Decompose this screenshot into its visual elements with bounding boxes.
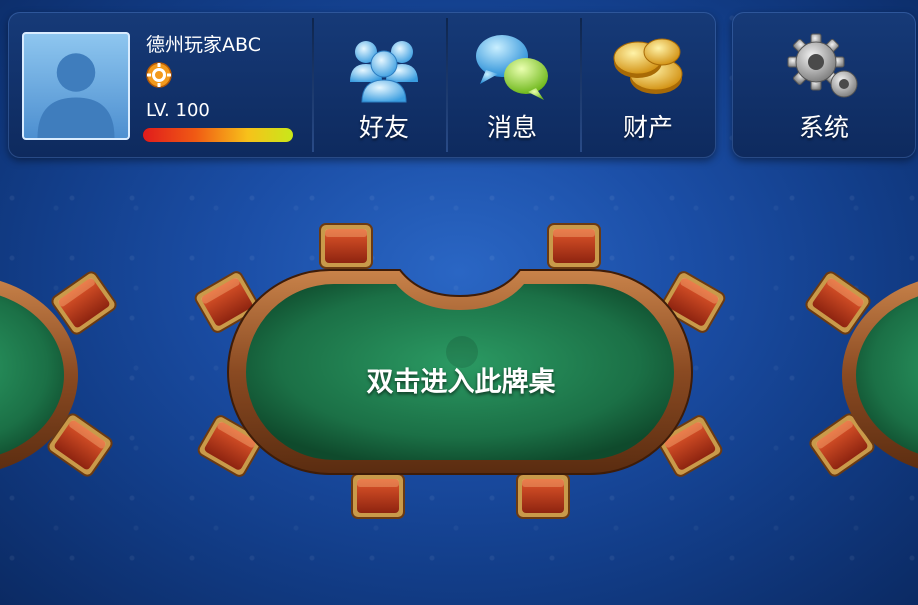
xp-progress-bar: [143, 128, 293, 142]
system-label: 系统: [798, 113, 849, 142]
seat-chair-7[interactable]: [351, 473, 405, 519]
left-poker-table[interactable]: [0, 269, 119, 479]
menu-divider: [446, 18, 448, 152]
friends-label: 好友: [358, 113, 409, 142]
player-level: LV. 100: [146, 100, 210, 121]
messages-label: 消息: [486, 113, 537, 142]
menu-divider: [312, 18, 314, 152]
system-button[interactable]: 系统: [764, 20, 884, 150]
menu-divider: [580, 18, 582, 152]
enter-table-hint[interactable]: 双击进入此牌桌: [302, 360, 620, 399]
chat-bubbles-icon: [476, 35, 548, 100]
seat-chair-8[interactable]: [516, 473, 570, 519]
right-poker-table[interactable]: [803, 269, 918, 479]
xp-progress-fill: [143, 128, 293, 142]
assets-button[interactable]: 财产: [588, 20, 708, 150]
gears-icon: [787, 33, 858, 98]
poker-chip-icon: [146, 62, 172, 88]
gold-coins-icon: [613, 38, 683, 94]
messages-button[interactable]: 消息: [452, 20, 572, 150]
seat-chair-2[interactable]: [547, 223, 601, 269]
avatar-silhouette-icon[interactable]: [22, 32, 130, 140]
assets-label: 财产: [622, 113, 673, 142]
seat-chair-1[interactable]: [319, 223, 373, 269]
friends-group-icon: [350, 41, 418, 103]
player-name: 德州玩家ABC: [146, 34, 261, 56]
friends-button[interactable]: 好友: [324, 20, 444, 150]
